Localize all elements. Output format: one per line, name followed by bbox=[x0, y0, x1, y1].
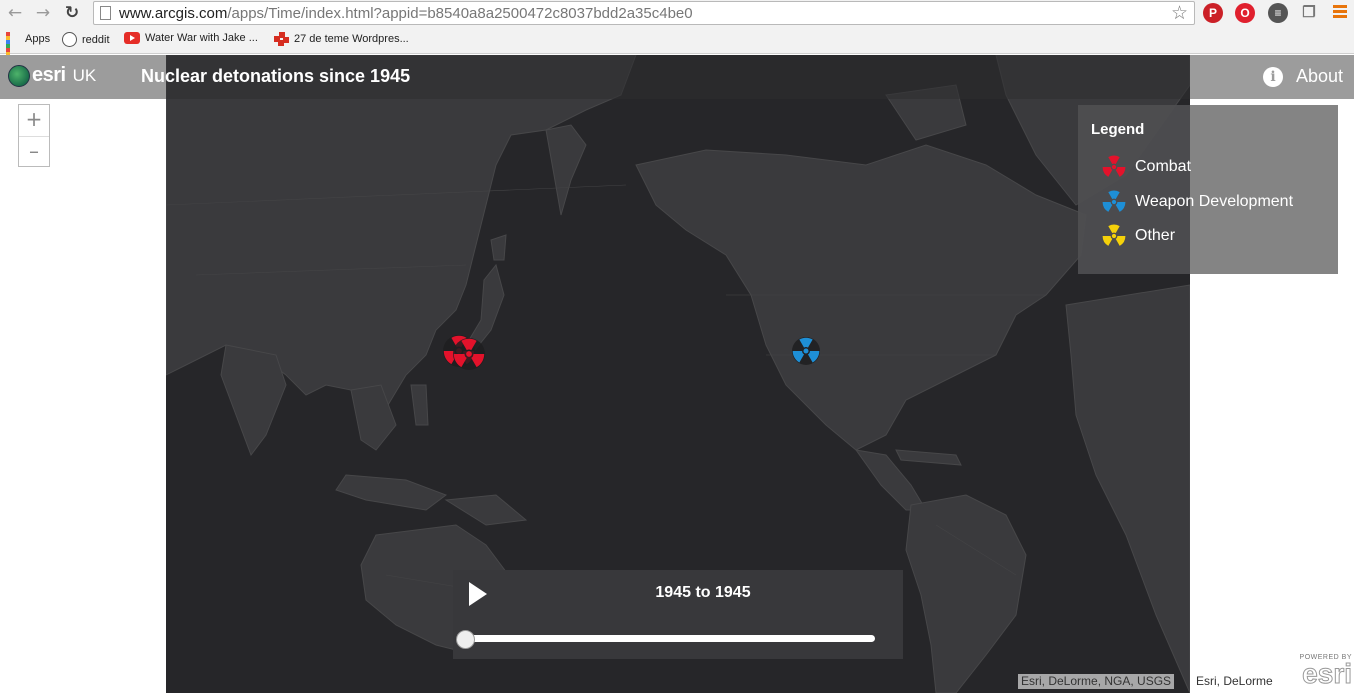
opera-icon[interactable]: O bbox=[1235, 3, 1255, 23]
trefoil-center bbox=[1111, 233, 1117, 239]
globe-icon bbox=[8, 64, 30, 87]
reload-icon[interactable]: ↻ bbox=[62, 3, 82, 23]
trefoil-center bbox=[1111, 164, 1117, 170]
logo-text: esri bbox=[32, 64, 66, 86]
bookmark-label: 27 de teme Wordpres... bbox=[294, 33, 409, 45]
radiation-icon bbox=[1102, 224, 1126, 246]
apps-grid-icon bbox=[6, 32, 20, 68]
url-host: www.arcgis.com bbox=[119, 5, 228, 22]
info-icon: i bbox=[1263, 66, 1283, 87]
page-icon bbox=[100, 6, 111, 20]
legend-label: Other bbox=[1135, 227, 1176, 244]
time-slider-thumb[interactable] bbox=[456, 630, 475, 649]
time-slider-track[interactable] bbox=[462, 635, 875, 642]
map-attribution-secondary: Esri, DeLorme bbox=[1196, 674, 1273, 688]
zoom-control: + – bbox=[18, 104, 50, 167]
bookmark-label: Apps bbox=[25, 33, 51, 45]
wordpress-icon bbox=[274, 32, 289, 46]
trefoil-center bbox=[803, 348, 809, 354]
url-text[interactable]: www.arcgis.com/apps/Time/index.html?appi… bbox=[119, 5, 693, 22]
time-extent-label: 1945 to 1945 bbox=[655, 584, 751, 601]
esri-uk-logo[interactable]: esri UK bbox=[8, 64, 96, 87]
legend-label: Weapon Development bbox=[1135, 193, 1294, 210]
browser-toolbar: ← → ↻ www.arcgis.com/apps/Time/index.htm… bbox=[0, 0, 1354, 27]
bookmarks-bar: Apps reddit Water War with Jake ... 27 d… bbox=[0, 27, 1354, 68]
logo-region: UK bbox=[72, 65, 97, 85]
back-arrow-icon[interactable]: ← bbox=[5, 3, 25, 23]
zoom-out-button[interactable]: – bbox=[19, 136, 49, 167]
legend-label: Combat bbox=[1135, 158, 1192, 175]
bookmark-wordpress[interactable]: 27 de teme Wordpres... bbox=[274, 32, 409, 46]
legend-item-combat: Combat bbox=[1101, 154, 1191, 180]
legend-item-weapon-development: Weapon Development bbox=[1101, 189, 1293, 215]
copy-extension-icon[interactable]: ❐ bbox=[1299, 3, 1319, 23]
powered-by-esri-logo[interactable]: POWERED BY esri bbox=[1290, 654, 1353, 689]
about-label: About bbox=[1296, 66, 1344, 86]
youtube-icon bbox=[124, 32, 140, 44]
trefoil-center bbox=[1111, 199, 1117, 205]
radiation-icon bbox=[1102, 155, 1126, 177]
radiation-icon bbox=[1102, 190, 1126, 212]
bookmark-star-icon[interactable]: ☆ bbox=[1171, 2, 1188, 24]
reddit-icon bbox=[62, 32, 77, 47]
address-bar[interactable]: www.arcgis.com/apps/Time/index.html?appi… bbox=[93, 1, 1195, 25]
bookmark-label: reddit bbox=[82, 33, 110, 46]
forward-arrow-icon[interactable]: → bbox=[33, 3, 53, 23]
zoom-in-button[interactable]: + bbox=[19, 105, 49, 136]
pinterest-icon[interactable]: P bbox=[1203, 3, 1223, 23]
chat-extension-icon[interactable]: ≡ bbox=[1268, 3, 1288, 23]
map-attribution: Esri, DeLorme, NGA, USGS bbox=[1018, 674, 1175, 689]
page-title: Nuclear detonations since 1945 bbox=[141, 66, 411, 86]
browser-menu-icon[interactable] bbox=[1333, 5, 1347, 20]
bookmark-apps[interactable]: Apps bbox=[6, 32, 51, 68]
bookmark-label: Water War with Jake ... bbox=[145, 32, 258, 44]
map-marker-combat[interactable] bbox=[452, 337, 486, 371]
bookmark-water-war[interactable]: Water War with Jake ... bbox=[124, 32, 258, 44]
legend-item-other: Other bbox=[1101, 223, 1175, 249]
url-path: /apps/Time/index.html?appid=b8540a8a2500… bbox=[227, 5, 693, 22]
map-marker-weapon-development[interactable] bbox=[791, 336, 821, 366]
legend-title: Legend bbox=[1091, 121, 1145, 138]
powered-by-logo-text: esri bbox=[1302, 658, 1353, 689]
trefoil-center bbox=[466, 351, 472, 357]
bookmark-reddit[interactable]: reddit bbox=[62, 32, 110, 47]
about-button[interactable]: i About bbox=[1263, 66, 1343, 87]
